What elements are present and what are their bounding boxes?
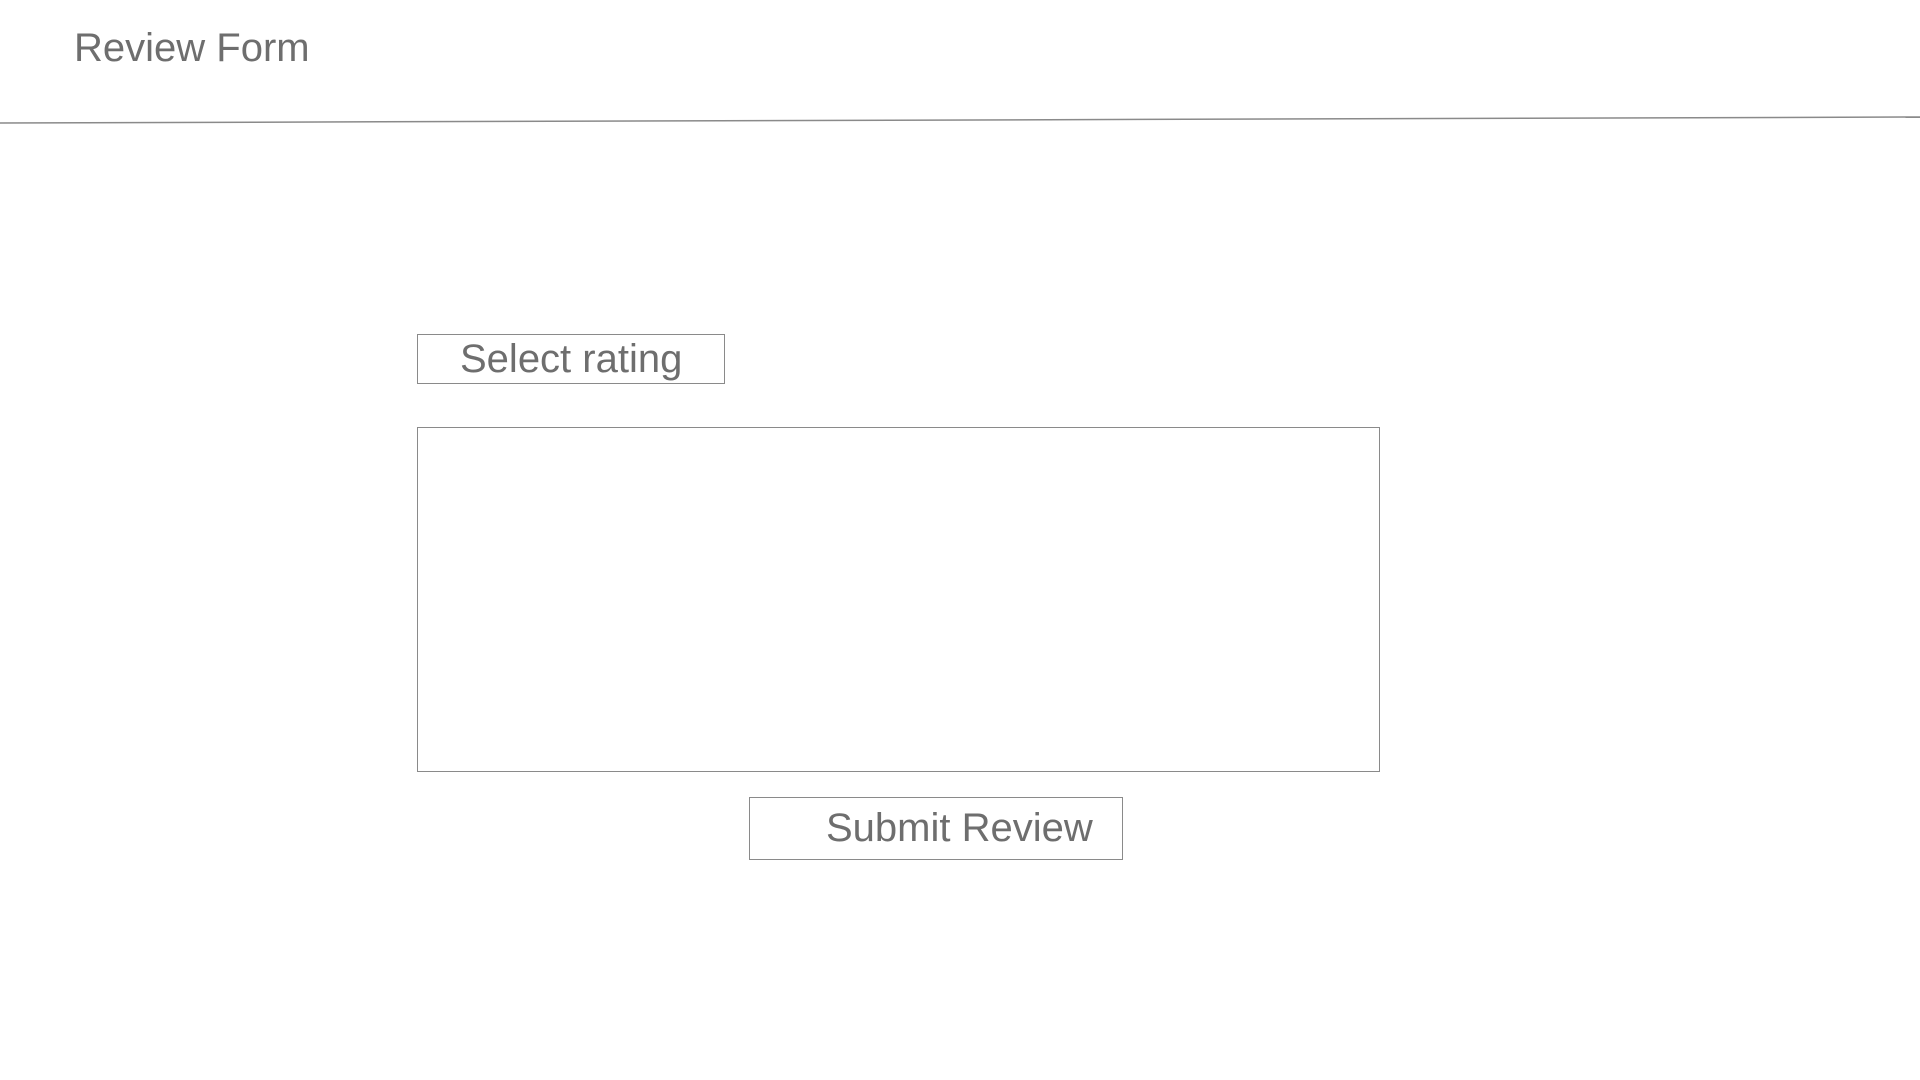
rating-select-value: Select rating [460, 337, 683, 381]
submit-review-button[interactable]: Submit Review [749, 797, 1123, 860]
review-textarea[interactable] [417, 427, 1380, 772]
review-form-page: Review Form Select rating Submit Review [0, 0, 1920, 1080]
header-divider [0, 116, 1920, 124]
rating-select[interactable]: Select rating [417, 334, 725, 384]
